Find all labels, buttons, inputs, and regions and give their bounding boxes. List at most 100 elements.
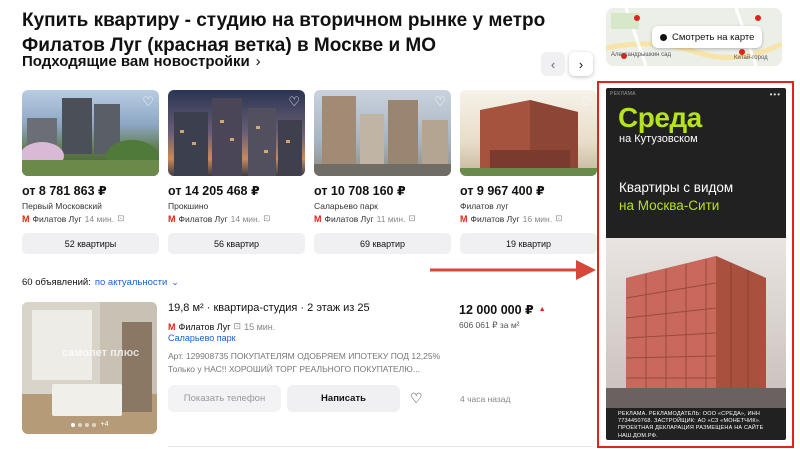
page-title: Купить квартиру - студию на вторичном ры… <box>22 10 546 56</box>
photo-watermark: самолет плюс <box>62 347 140 359</box>
metro-name: Филатов Луг <box>178 213 228 224</box>
new-buildings-heading[interactable]: Подходящие вам новостройки › <box>22 53 261 70</box>
listing-photo[interactable]: самолет плюс +4 <box>22 302 157 434</box>
listing-title[interactable]: 19,8 м² · квартира-студия · 2 этаж из 25 <box>168 302 370 314</box>
pagination-dot[interactable] <box>91 422 96 427</box>
pagination-dot[interactable] <box>84 422 89 427</box>
building-photo[interactable]: ♡ <box>314 90 451 176</box>
transport-icon: ⊡ <box>233 321 242 331</box>
favorite-heart-icon[interactable]: ♡ <box>434 94 446 110</box>
building-price: от 8 781 863 ₽ <box>22 184 107 198</box>
ad-headline-line2: на Москва-Сити <box>619 198 720 213</box>
building-photo[interactable]: ♡ <box>168 90 305 176</box>
price-up-icon[interactable]: ▲ <box>539 306 546 313</box>
metro-minutes: 16 мин. <box>522 213 553 224</box>
metro-minutes: 14 мин. <box>84 213 115 224</box>
photo-pagination[interactable]: +4 <box>22 421 157 428</box>
show-phone-button[interactable]: Показать телефон <box>168 385 281 412</box>
metro-name: Филатов Луг <box>324 213 374 224</box>
listing-district-link[interactable]: Саларьево парк <box>168 333 236 343</box>
building-photo[interactable]: ♡ <box>22 90 159 176</box>
map-pin-icon <box>660 33 667 41</box>
apartments-count-button[interactable]: 69 квартир <box>314 233 451 254</box>
building-photo[interactable]: ♡ <box>460 90 597 176</box>
listing-price-value: 12 000 000 ₽ <box>459 303 534 317</box>
building-name[interactable]: Саларьево парк <box>314 201 451 211</box>
metro-icon: М <box>168 213 176 224</box>
metro-icon: М <box>460 213 468 224</box>
listing-metro: М Филатов Луг ⊡ 15 мин. <box>168 321 275 332</box>
metro-name: Филатов Луг <box>178 321 231 332</box>
new-building-card[interactable]: ♡ от 14 205 468 ₽ Прокшино М Филатов Луг… <box>168 90 305 254</box>
ad-tag: РЕКЛАМА <box>610 91 636 97</box>
listing-time: 4 часа назад <box>460 394 511 404</box>
chevron-left-icon: ‹ <box>550 56 556 72</box>
more-photos-count: +4 <box>100 421 109 428</box>
favorite-heart-icon[interactable]: ♡ <box>288 94 300 110</box>
building-price: от 9 967 400 ₽ <box>460 184 545 198</box>
new-building-card[interactable]: ♡ от 9 967 400 ₽ Филатов луг М Филатов Л… <box>460 90 597 254</box>
ad-banner[interactable]: РЕКЛАМА ••• Среда на Кутузовском Квартир… <box>606 88 786 440</box>
carousel-prev-button[interactable]: ‹ <box>541 52 565 76</box>
map-label-1: Александрышкин сад <box>611 52 671 58</box>
building-metro: М Филатов Луг 14 мин. ⊡ <box>168 213 305 224</box>
building-name[interactable]: Прокшино <box>168 201 305 211</box>
favorite-heart-icon[interactable]: ♡ <box>410 390 423 407</box>
favorite-heart-icon[interactable]: ♡ <box>142 94 154 110</box>
metro-minutes: 11 мин. <box>376 213 406 224</box>
transport-icon: ⊡ <box>117 213 125 223</box>
building-metro: М Филатов Луг 14 мин. ⊡ <box>22 213 159 224</box>
building-name[interactable]: Филатов луг <box>460 201 597 211</box>
ad-brand: Среда <box>618 102 702 133</box>
show-on-map-button[interactable]: Смотреть на карте <box>652 26 763 48</box>
apartments-count-button[interactable]: 52 квартиры <box>22 233 159 254</box>
building-price: от 14 205 468 ₽ <box>168 184 260 198</box>
chevron-right-icon: › <box>255 53 261 70</box>
sort-dropdown[interactable]: по актуальности <box>95 277 167 288</box>
building-price: от 10 708 160 ₽ <box>314 184 406 198</box>
transport-icon: ⊡ <box>408 213 416 223</box>
pagination-dot[interactable] <box>70 422 75 427</box>
room-illustration <box>22 302 157 434</box>
metro-icon: М <box>168 321 176 332</box>
building-metro: М Филатов Луг 16 мин. ⊡ <box>460 213 597 224</box>
new-building-card[interactable]: ♡ от 8 781 863 ₽ Первый Московский М Фил… <box>22 90 159 254</box>
ad-brand-subtitle: на Кутузовском <box>619 133 698 145</box>
carousel-next-button[interactable]: › <box>569 52 593 76</box>
apartments-count-button[interactable]: 19 квартир <box>460 233 597 254</box>
ad-legal-text: РЕКЛАМА. РЕКЛАМОДАТЕЛЬ: ООО «СРЕДА», ИНН… <box>618 411 764 439</box>
building-name[interactable]: Первый Московский <box>22 201 159 211</box>
chevron-right-icon: › <box>578 56 584 72</box>
metro-minutes: 15 мин. <box>244 321 276 332</box>
building-illustration <box>174 98 302 176</box>
transport-icon: ⊡ <box>555 213 563 223</box>
new-building-card[interactable]: ♡ от 10 708 160 ₽ Саларьево парк М Филат… <box>314 90 451 254</box>
metro-name: Филатов Луг <box>470 213 520 224</box>
show-on-map-label: Смотреть на карте <box>672 31 755 43</box>
new-buildings-carousel: ♡ от 8 781 863 ₽ Первый Московский М Фил… <box>22 90 597 254</box>
transport-icon: ⊡ <box>263 213 271 223</box>
listing-description: Арт. 129908735 ПОКУПАТЕЛЯМ ОДОБРЯЕМ ИПОТ… <box>168 351 441 374</box>
map-label-2: Китай-город <box>734 55 768 61</box>
apartments-count-button[interactable]: 56 квартир <box>168 233 305 254</box>
ad-building-image <box>606 238 786 408</box>
listings-sort-bar: 60 объявлений: по актуальности ⌄ <box>22 277 179 288</box>
building-illustration <box>314 96 451 176</box>
divider <box>168 446 592 447</box>
write-button[interactable]: Написать <box>287 385 400 412</box>
new-buildings-heading-label: Подходящие вам новостройки <box>22 53 250 70</box>
building-illustration <box>22 98 159 176</box>
map-preview[interactable]: Александрышкин сад Китай-город Смотреть … <box>606 8 782 66</box>
ad-menu-icon[interactable]: ••• <box>770 90 781 99</box>
ad-headline-line1: Квартиры с видом <box>619 180 734 195</box>
chevron-down-icon[interactable]: ⌄ <box>171 277 179 288</box>
metro-minutes: 14 мин. <box>230 213 261 224</box>
listings-count: 60 объявлений: <box>22 277 91 288</box>
metro-icon: М <box>22 213 30 224</box>
listing-price: 12 000 000 ₽ ▲ <box>459 302 546 317</box>
building-metro: М Филатов Луг 11 мин. ⊡ <box>314 213 451 224</box>
metro-icon: М <box>314 213 322 224</box>
building-illustration <box>460 100 597 176</box>
pagination-dot[interactable] <box>77 422 82 427</box>
favorite-heart-icon[interactable]: ♡ <box>580 94 592 110</box>
